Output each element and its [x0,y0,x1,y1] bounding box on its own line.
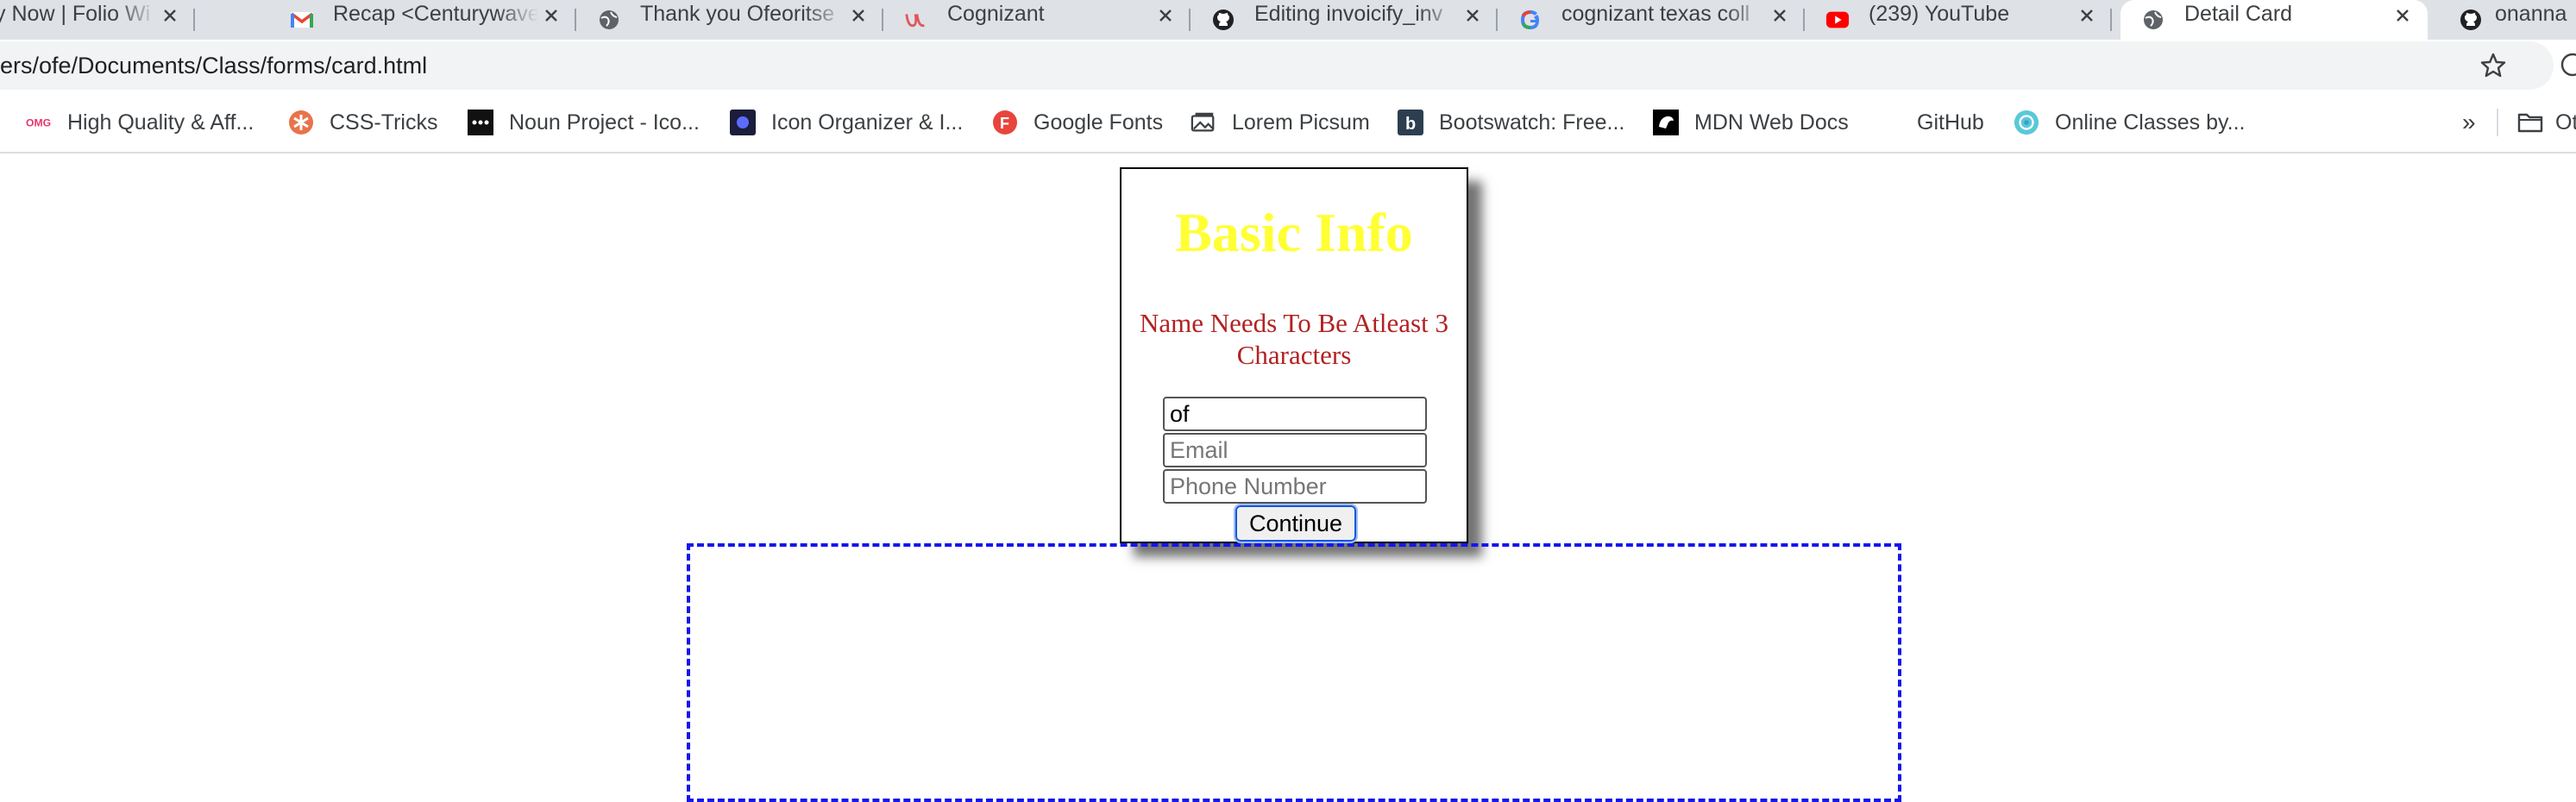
tab-title: cognizant texas coll [1561,1,1750,26]
picsum-icon [1191,110,1216,135]
toolbar: ers/ofe/Documents/Class/forms/card.html [0,40,2576,91]
name-field[interactable] [1163,397,1427,431]
close-icon[interactable] [1153,3,1178,28]
globe-icon [597,8,621,32]
tab-title: onanna [2495,1,2567,26]
tab-recap[interactable]: Recap <Centurywave [269,0,576,40]
svg-text:OMG: OMG [26,117,51,129]
bookmark-label: Noun Project - Ico... [509,110,700,135]
bookmark-label: Online Classes by... [2055,110,2246,135]
svg-text:b: b [1405,115,1416,134]
close-icon[interactable] [845,3,871,28]
folder-icon [2517,110,2543,135]
gmail-icon [290,8,314,32]
bookmark-high-quality[interactable]: OMG High Quality & Aff... [26,91,254,154]
google-fonts-icon: F [992,110,1018,135]
omg-icon: OMG [26,110,52,135]
bookmark-mdn[interactable]: MDN Web Docs [1653,91,1849,154]
name-error-message: Name Needs To Be Atleast 3 Characters [1140,308,1448,370]
bookmark-google-fonts[interactable]: F Google Fonts [992,91,1163,154]
youtube-icon [1825,8,1850,32]
bookmark-bootswatch[interactable]: b Bootswatch: Free... [1398,91,1624,154]
google-icon [1518,8,1542,32]
extension-icon[interactable] [2554,52,2576,78]
bootswatch-icon: b [1398,110,1423,135]
mdn-icon [1653,110,1679,135]
css-tricks-icon [288,110,314,135]
noun-project-icon [468,110,493,135]
bookmark-online-classes[interactable]: Online Classes by... [2014,91,2245,154]
tab-strip: Apply Now | Folio Wi Recap <Centurywave … [0,0,2576,40]
tab-editing-invoicify[interactable]: Editing invoicify_inv [1191,0,1498,40]
bookmarks-separator [2497,91,2498,154]
bookmark-github[interactable]: GitHub [1917,91,1984,154]
basic-info-card: Basic Info Name Needs To Be Atleast 3 Ch… [1120,167,1468,543]
continue-button[interactable]: Continue [1234,504,1358,543]
card-title: Basic Info [1175,202,1413,263]
bookmark-label: Icon Organizer & I... [771,110,964,135]
bookmarks-bar: OMG High Quality & Aff... CSS-Tricks Nou… [0,91,2576,154]
overflow-chevron: » [2462,109,2476,135]
tab-title: Detail Card [2184,1,2293,26]
tab-title: (239) YouTube [1869,1,2010,26]
tab-title: Thank you Ofeoritse [640,1,835,26]
dashed-container [687,543,1901,802]
bookmark-label: Lorem Picsum [1232,110,1370,135]
tab-youtube[interactable]: (239) YouTube [1805,0,2112,40]
tab-title: Recap <Centurywave [333,1,538,26]
tab-cognizant-texas[interactable]: cognizant texas coll [1498,0,1805,40]
bookmark-label: Bootswatch: Free... [1439,110,1625,135]
bookmark-label: CSS-Tricks [330,110,438,135]
bookmarks-overflow-button[interactable]: » [2462,91,2476,154]
tab-cognizant[interactable]: Cognizant [883,0,1191,40]
email-field[interactable] [1163,433,1427,467]
tab-apply-now[interactable]: Apply Now | Folio Wi [0,0,195,40]
bookmark-label: Google Fonts [1034,110,1164,135]
bookmark-lorem-picsum[interactable]: Lorem Picsum [1191,91,1370,154]
github-icon [2459,8,2483,32]
tab-title: Apply Now | Folio Wi [0,1,151,26]
bookmark-label: High Quality & Aff... [67,110,254,135]
bookmark-label: GitHub [1917,110,1984,135]
address-bar[interactable]: ers/ofe/Documents/Class/forms/card.html [0,41,2554,90]
tab-title: Editing invoicify_inv [1254,1,1443,26]
bookmark-label: MDN Web Docs [1694,110,1849,135]
close-icon[interactable] [538,3,564,28]
phone-number-field[interactable] [1163,469,1427,504]
url-text[interactable]: ers/ofe/Documents/Class/forms/card.html [0,53,427,79]
bookmark-star-icon[interactable] [2479,52,2507,79]
github-icon [1211,8,1235,32]
tab-thank-you[interactable]: Thank you Ofeoritse [576,0,883,40]
close-icon[interactable] [1767,3,1793,28]
other-bookmarks-folder[interactable]: Ot [2517,91,2576,154]
svg-text:F: F [1000,115,1009,132]
tab-divider [193,9,195,31]
globe-icon [2141,8,2165,32]
close-icon[interactable] [1460,3,1486,28]
bookmark-icon-organizer[interactable]: Icon Organizer & I... [730,91,963,154]
online-classes-icon [2014,110,2039,135]
close-icon[interactable] [157,3,183,28]
icon-organizer-icon [730,110,756,135]
bookmark-noun-project[interactable]: Noun Project - Ico... [468,91,700,154]
close-icon[interactable] [2074,3,2100,28]
tab-title: Cognizant [947,1,1045,26]
other-bookmarks-label: Ot [2555,110,2576,135]
tab-onanna[interactable]: onanna [2438,0,2576,40]
tab-divider [2110,9,2112,31]
cognizant-icon [904,8,928,32]
tab-detail-card[interactable]: Detail Card [2120,0,2428,40]
bookmark-css-tricks[interactable]: CSS-Tricks [288,91,437,154]
close-icon[interactable] [2390,3,2416,28]
